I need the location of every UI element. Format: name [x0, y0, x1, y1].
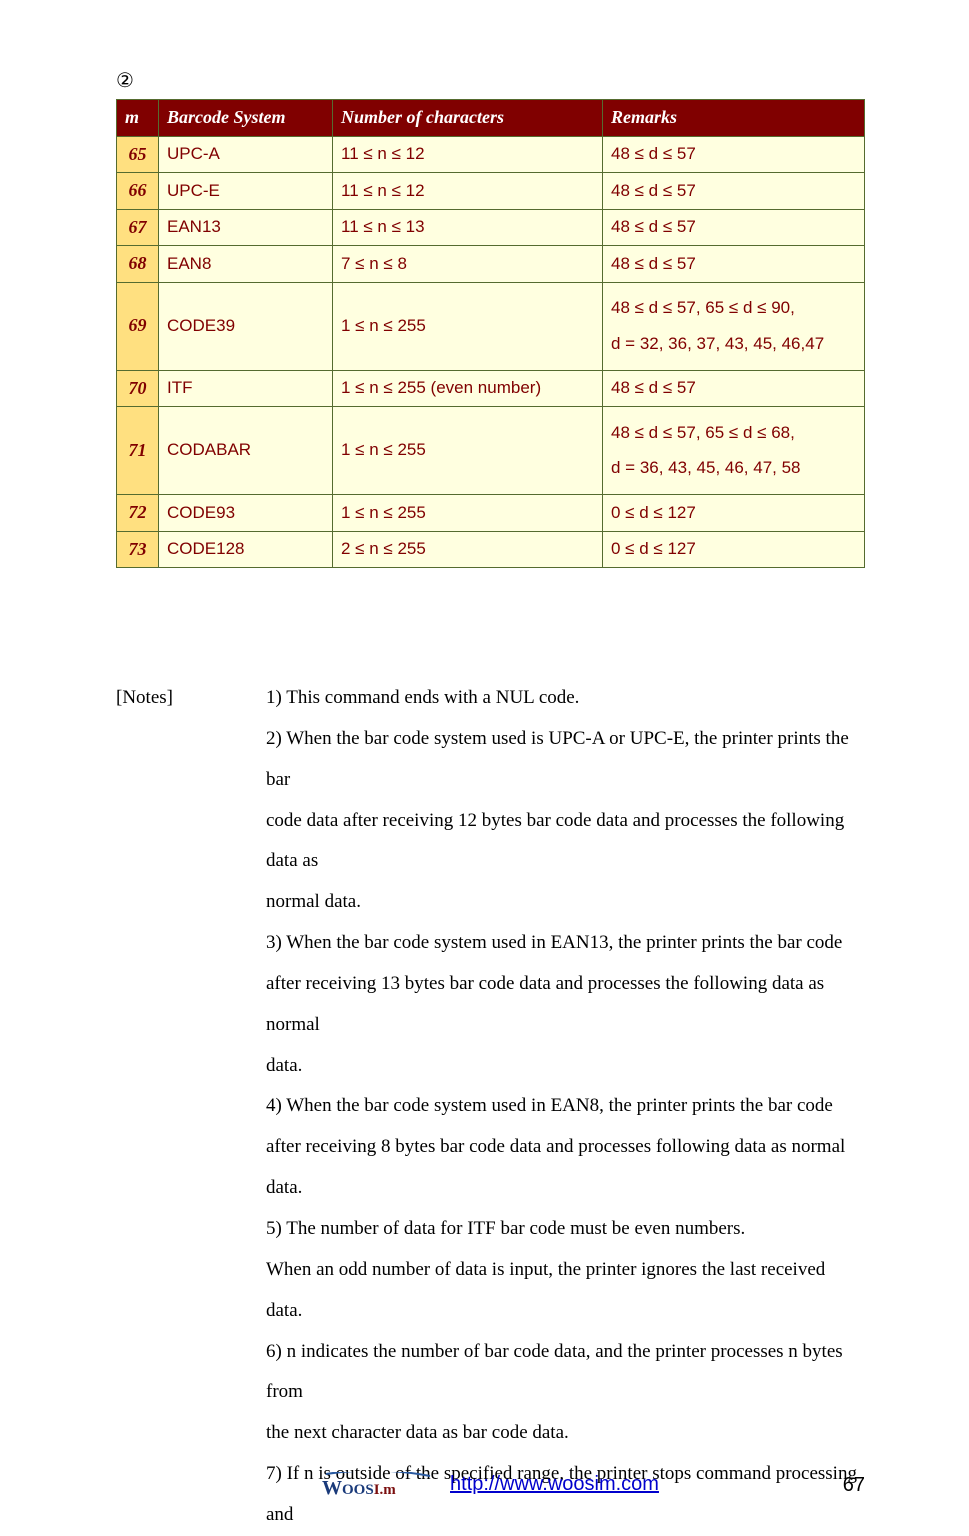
cell-m: 68 [117, 246, 159, 283]
note-line: 6) n indicates the number of bar code da… [266, 1332, 865, 1414]
note-line: 4) When the bar code system used in EAN8… [266, 1086, 865, 1127]
footer-link[interactable]: http://www.woosim.com [450, 1473, 659, 1496]
note-line: 1) This command ends with a NUL code. [266, 678, 865, 719]
note-line: code data after receiving 12 bytes bar c… [266, 801, 865, 883]
cell-numchars: 11 ≤ n ≤ 13 [333, 209, 603, 246]
table-row: 70 ITF 1 ≤ n ≤ 255 (even number) 48 ≤ d … [117, 370, 865, 407]
cell-m: 65 [117, 136, 159, 173]
cell-remarks: 48 ≤ d ≤ 57 [603, 246, 865, 283]
document-page: ② m Barcode System Number of characters … [0, 0, 969, 1536]
cell-system: CODE93 [159, 495, 333, 532]
cell-remarks: 48 ≤ d ≤ 57 [603, 173, 865, 210]
cell-remarks: 0 ≤ d ≤ 127 [603, 531, 865, 568]
cell-system: CODE128 [159, 531, 333, 568]
note-line: When an odd number of data is input, the… [266, 1250, 865, 1332]
cell-remarks: 48 ≤ d ≤ 57, 65 ≤ d ≤ 68, d = 36, 43, 45… [603, 407, 865, 495]
note-line: data. [266, 1046, 865, 1087]
table-header-row: m Barcode System Number of characters Re… [117, 100, 865, 137]
note-line: normal data. [266, 882, 865, 923]
cell-m: 67 [117, 209, 159, 246]
note-line: the next character data as bar code data… [266, 1413, 865, 1454]
cell-remarks-line1: 48 ≤ d ≤ 57, 65 ≤ d ≤ 68, [611, 422, 856, 443]
table-row: 69 CODE39 1 ≤ n ≤ 255 48 ≤ d ≤ 57, 65 ≤ … [117, 282, 865, 370]
note-line: 5) The number of data for ITF bar code m… [266, 1209, 865, 1250]
cell-m: 66 [117, 173, 159, 210]
cell-system: EAN8 [159, 246, 333, 283]
cell-numchars: 1 ≤ n ≤ 255 [333, 495, 603, 532]
note-line: 3) When the bar code system used in EAN1… [266, 923, 865, 964]
notes-label: [Notes] [116, 678, 266, 719]
table-row: 67 EAN13 11 ≤ n ≤ 13 48 ≤ d ≤ 57 [117, 209, 865, 246]
col-header-numchars: Number of characters [333, 100, 603, 137]
cell-numchars: 1 ≤ n ≤ 255 [333, 407, 603, 495]
cell-numchars: 11 ≤ n ≤ 12 [333, 173, 603, 210]
cell-system: CODE39 [159, 282, 333, 370]
cell-remarks: 0 ≤ d ≤ 127 [603, 495, 865, 532]
cell-system: UPC-A [159, 136, 333, 173]
note-line: after receiving 13 bytes bar code data a… [266, 964, 865, 1046]
col-header-m: m [117, 100, 159, 137]
table-row: 73 CODE128 2 ≤ n ≤ 255 0 ≤ d ≤ 127 [117, 531, 865, 568]
cell-m: 73 [117, 531, 159, 568]
cell-remarks-line2: d = 32, 36, 37, 43, 45, 46,47 [611, 333, 856, 354]
cell-m: 70 [117, 370, 159, 407]
cell-system: EAN13 [159, 209, 333, 246]
table-row: 68 EAN8 7 ≤ n ≤ 8 48 ≤ d ≤ 57 [117, 246, 865, 283]
table-row: 72 CODE93 1 ≤ n ≤ 255 0 ≤ d ≤ 127 [117, 495, 865, 532]
cell-remarks: 48 ≤ d ≤ 57 [603, 136, 865, 173]
svg-text:WOOSI.m: WOOSI.m [322, 1477, 396, 1498]
barcode-spec-table: m Barcode System Number of characters Re… [116, 99, 865, 568]
col-header-system: Barcode System [159, 100, 333, 137]
cell-remarks: 48 ≤ d ≤ 57 [603, 209, 865, 246]
table-row: 65 UPC-A 11 ≤ n ≤ 12 48 ≤ d ≤ 57 [117, 136, 865, 173]
cell-remarks: 48 ≤ d ≤ 57 [603, 370, 865, 407]
cell-numchars: 1 ≤ n ≤ 255 [333, 282, 603, 370]
col-header-remarks: Remarks [603, 100, 865, 137]
cell-system: CODABAR [159, 407, 333, 495]
cell-m: 71 [117, 407, 159, 495]
table-row: 71 CODABAR 1 ≤ n ≤ 255 48 ≤ d ≤ 57, 65 ≤… [117, 407, 865, 495]
notes-section: [Notes] 1) This command ends with a NUL … [116, 678, 865, 1536]
cell-remarks: 48 ≤ d ≤ 57, 65 ≤ d ≤ 90, d = 32, 36, 37… [603, 282, 865, 370]
woosim-logo-icon: WOOSI.m [322, 1472, 432, 1498]
section-marker: ② [116, 68, 865, 93]
note-line: 2) When the bar code system used is UPC-… [266, 719, 865, 801]
cell-remarks-line2: d = 36, 43, 45, 46, 47, 58 [611, 457, 856, 478]
cell-numchars: 2 ≤ n ≤ 255 [333, 531, 603, 568]
note-line: after receiving 8 bytes bar code data an… [266, 1127, 865, 1209]
table-row: 66 UPC-E 11 ≤ n ≤ 12 48 ≤ d ≤ 57 [117, 173, 865, 210]
cell-remarks-line1: 48 ≤ d ≤ 57, 65 ≤ d ≤ 90, [611, 297, 856, 318]
cell-numchars: 1 ≤ n ≤ 255 (even number) [333, 370, 603, 407]
page-number: 67 [843, 1474, 865, 1497]
cell-system: ITF [159, 370, 333, 407]
cell-system: UPC-E [159, 173, 333, 210]
cell-numchars: 7 ≤ n ≤ 8 [333, 246, 603, 283]
page-footer: WOOSI.m http://www.woosim.com 67 [0, 1472, 969, 1498]
cell-numchars: 11 ≤ n ≤ 12 [333, 136, 603, 173]
cell-m: 69 [117, 282, 159, 370]
cell-m: 72 [117, 495, 159, 532]
